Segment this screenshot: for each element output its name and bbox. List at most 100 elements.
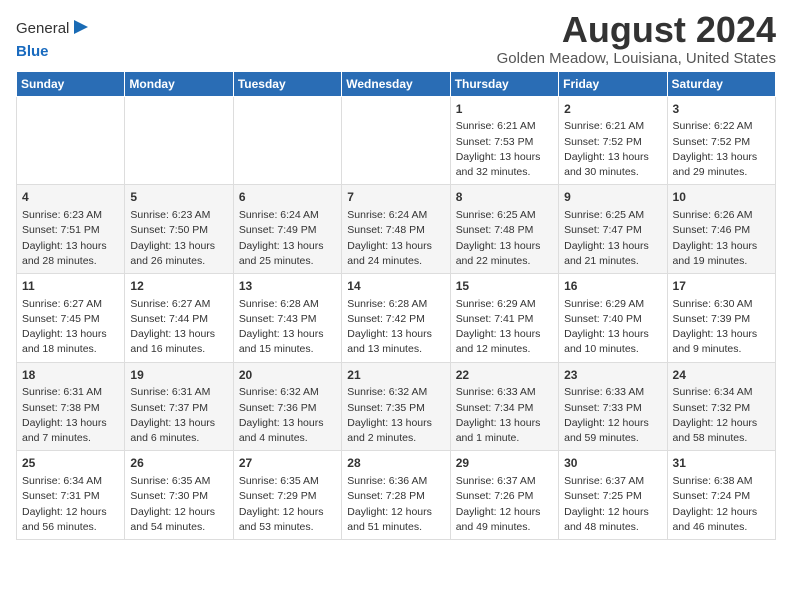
day-number: 21 <box>347 367 444 384</box>
logo-blue: Blue <box>16 43 49 60</box>
calendar-cell: 7 Sunrise: 6:24 AM Sunset: 7:48 PM Daylig… <box>342 185 450 274</box>
day-info: Sunrise: 6:35 AM Sunset: 7:30 PM Dayligh… <box>130 474 227 535</box>
day-info: Sunrise: 6:29 AM Sunset: 7:41 PM Dayligh… <box>456 297 553 358</box>
day-number: 5 <box>130 189 227 206</box>
day-number: 26 <box>130 455 227 472</box>
day-info: Sunrise: 6:31 AM Sunset: 7:37 PM Dayligh… <box>130 385 227 446</box>
day-number: 17 <box>673 278 770 295</box>
day-number: 19 <box>130 367 227 384</box>
day-number: 4 <box>22 189 119 206</box>
calendar-cell: 23Sunrise: 6:33 AM Sunset: 7:33 PM Dayli… <box>559 362 667 451</box>
calendar-cell <box>233 96 341 185</box>
day-info: Sunrise: 6:26 AM Sunset: 7:46 PM Dayligh… <box>673 208 770 269</box>
day-number: 31 <box>673 455 770 472</box>
calendar-cell: 20Sunrise: 6:32 AM Sunset: 7:36 PM Dayli… <box>233 362 341 451</box>
day-number: 8 <box>456 189 553 206</box>
calendar-cell: 3Sunrise: 6:22 AM Sunset: 7:52 PM Daylig… <box>667 96 775 185</box>
day-info: Sunrise: 6:34 AM Sunset: 7:31 PM Dayligh… <box>22 474 119 535</box>
day-number: 15 <box>456 278 553 295</box>
day-info: Sunrise: 6:32 AM Sunset: 7:36 PM Dayligh… <box>239 385 336 446</box>
logo: General Blue <box>16 16 92 61</box>
calendar-header-thursday: Thursday <box>450 71 558 96</box>
day-info: Sunrise: 6:27 AM Sunset: 7:45 PM Dayligh… <box>22 297 119 358</box>
day-info: Sunrise: 6:24 AM Sunset: 7:49 PM Dayligh… <box>239 208 336 269</box>
calendar-cell: 12 Sunrise: 6:27 AM Sunset: 7:44 PM Dayli… <box>125 273 233 362</box>
day-info: Sunrise: 6:22 AM Sunset: 7:52 PM Dayligh… <box>673 119 770 180</box>
day-info: Sunrise: 6:23 AM Sunset: 7:51 PM Dayligh… <box>22 208 119 269</box>
calendar-cell <box>342 96 450 185</box>
calendar-cell: 2Sunrise: 6:21 AM Sunset: 7:52 PM Daylig… <box>559 96 667 185</box>
calendar-cell: 10 Sunrise: 6:26 AM Sunset: 7:46 PM Dayli… <box>667 185 775 274</box>
day-number: 28 <box>347 455 444 472</box>
day-number: 11 <box>22 278 119 295</box>
calendar-week-row: 11 Sunrise: 6:27 AM Sunset: 7:45 PM Dayli… <box>17 273 776 362</box>
day-info: Sunrise: 6:38 AM Sunset: 7:24 PM Dayligh… <box>673 474 770 535</box>
calendar-cell: 19Sunrise: 6:31 AM Sunset: 7:37 PM Dayli… <box>125 362 233 451</box>
calendar-cell: 4 Sunrise: 6:23 AM Sunset: 7:51 PM Daylig… <box>17 185 125 274</box>
calendar-header-wednesday: Wednesday <box>342 71 450 96</box>
day-number: 18 <box>22 367 119 384</box>
calendar-cell: 22Sunrise: 6:33 AM Sunset: 7:34 PM Dayli… <box>450 362 558 451</box>
calendar-cell: 13 Sunrise: 6:28 AM Sunset: 7:43 PM Dayli… <box>233 273 341 362</box>
logo-icon <box>70 16 92 38</box>
calendar-cell: 15 Sunrise: 6:29 AM Sunset: 7:41 PM Dayli… <box>450 273 558 362</box>
calendar-cell: 5 Sunrise: 6:23 AM Sunset: 7:50 PM Daylig… <box>125 185 233 274</box>
day-info: Sunrise: 6:24 AM Sunset: 7:48 PM Dayligh… <box>347 208 444 269</box>
calendar-header-saturday: Saturday <box>667 71 775 96</box>
calendar-cell: 16 Sunrise: 6:29 AM Sunset: 7:40 PM Dayli… <box>559 273 667 362</box>
day-info: Sunrise: 6:25 AM Sunset: 7:47 PM Dayligh… <box>564 208 661 269</box>
day-info: Sunrise: 6:36 AM Sunset: 7:28 PM Dayligh… <box>347 474 444 535</box>
calendar-cell: 31 Sunrise: 6:38 AM Sunset: 7:24 PM Dayli… <box>667 451 775 540</box>
day-info: Sunrise: 6:29 AM Sunset: 7:40 PM Dayligh… <box>564 297 661 358</box>
day-info: Sunrise: 6:35 AM Sunset: 7:29 PM Dayligh… <box>239 474 336 535</box>
day-number: 16 <box>564 278 661 295</box>
calendar-header-sunday: Sunday <box>17 71 125 96</box>
day-number: 6 <box>239 189 336 206</box>
calendar-cell <box>125 96 233 185</box>
day-number: 2 <box>564 101 661 118</box>
calendar-cell: 1Sunrise: 6:21 AM Sunset: 7:53 PM Daylig… <box>450 96 558 185</box>
day-info: Sunrise: 6:33 AM Sunset: 7:34 PM Dayligh… <box>456 385 553 446</box>
day-info: Sunrise: 6:37 AM Sunset: 7:26 PM Dayligh… <box>456 474 553 535</box>
page-subtitle: Golden Meadow, Louisiana, United States <box>497 50 776 67</box>
calendar-cell: 25 Sunrise: 6:34 AM Sunset: 7:31 PM Dayli… <box>17 451 125 540</box>
calendar-header-tuesday: Tuesday <box>233 71 341 96</box>
logo-general: General <box>16 21 69 38</box>
day-number: 7 <box>347 189 444 206</box>
day-number: 10 <box>673 189 770 206</box>
day-number: 22 <box>456 367 553 384</box>
calendar-cell: 6 Sunrise: 6:24 AM Sunset: 7:49 PM Daylig… <box>233 185 341 274</box>
page-header: General Blue August 2024 Golden Meadow, … <box>16 10 776 67</box>
day-info: Sunrise: 6:28 AM Sunset: 7:43 PM Dayligh… <box>239 297 336 358</box>
day-info: Sunrise: 6:28 AM Sunset: 7:42 PM Dayligh… <box>347 297 444 358</box>
title-block: August 2024 Golden Meadow, Louisiana, Un… <box>497 10 776 67</box>
calendar-cell: 21Sunrise: 6:32 AM Sunset: 7:35 PM Dayli… <box>342 362 450 451</box>
calendar-week-row: 25 Sunrise: 6:34 AM Sunset: 7:31 PM Dayli… <box>17 451 776 540</box>
day-number: 13 <box>239 278 336 295</box>
day-info: Sunrise: 6:21 AM Sunset: 7:53 PM Dayligh… <box>456 119 553 180</box>
calendar-cell: 27 Sunrise: 6:35 AM Sunset: 7:29 PM Dayli… <box>233 451 341 540</box>
calendar-cell: 29Sunrise: 6:37 AM Sunset: 7:26 PM Dayli… <box>450 451 558 540</box>
page-title: August 2024 <box>497 10 776 50</box>
day-number: 9 <box>564 189 661 206</box>
calendar-cell: 30Sunrise: 6:37 AM Sunset: 7:25 PM Dayli… <box>559 451 667 540</box>
day-info: Sunrise: 6:21 AM Sunset: 7:52 PM Dayligh… <box>564 119 661 180</box>
day-number: 3 <box>673 101 770 118</box>
day-info: Sunrise: 6:34 AM Sunset: 7:32 PM Dayligh… <box>673 385 770 446</box>
day-info: Sunrise: 6:33 AM Sunset: 7:33 PM Dayligh… <box>564 385 661 446</box>
day-number: 1 <box>456 101 553 118</box>
day-info: Sunrise: 6:27 AM Sunset: 7:44 PM Dayligh… <box>130 297 227 358</box>
calendar-cell: 28 Sunrise: 6:36 AM Sunset: 7:28 PM Dayli… <box>342 451 450 540</box>
calendar-cell: 24Sunrise: 6:34 AM Sunset: 7:32 PM Dayli… <box>667 362 775 451</box>
day-info: Sunrise: 6:23 AM Sunset: 7:50 PM Dayligh… <box>130 208 227 269</box>
calendar-cell: 8 Sunrise: 6:25 AM Sunset: 7:48 PM Daylig… <box>450 185 558 274</box>
day-number: 12 <box>130 278 227 295</box>
day-number: 30 <box>564 455 661 472</box>
calendar-cell: 17Sunrise: 6:30 AM Sunset: 7:39 PM Dayli… <box>667 273 775 362</box>
day-info: Sunrise: 6:25 AM Sunset: 7:48 PM Dayligh… <box>456 208 553 269</box>
day-number: 27 <box>239 455 336 472</box>
calendar-header-friday: Friday <box>559 71 667 96</box>
day-number: 24 <box>673 367 770 384</box>
day-number: 25 <box>22 455 119 472</box>
calendar-week-row: 18Sunrise: 6:31 AM Sunset: 7:38 PM Dayli… <box>17 362 776 451</box>
